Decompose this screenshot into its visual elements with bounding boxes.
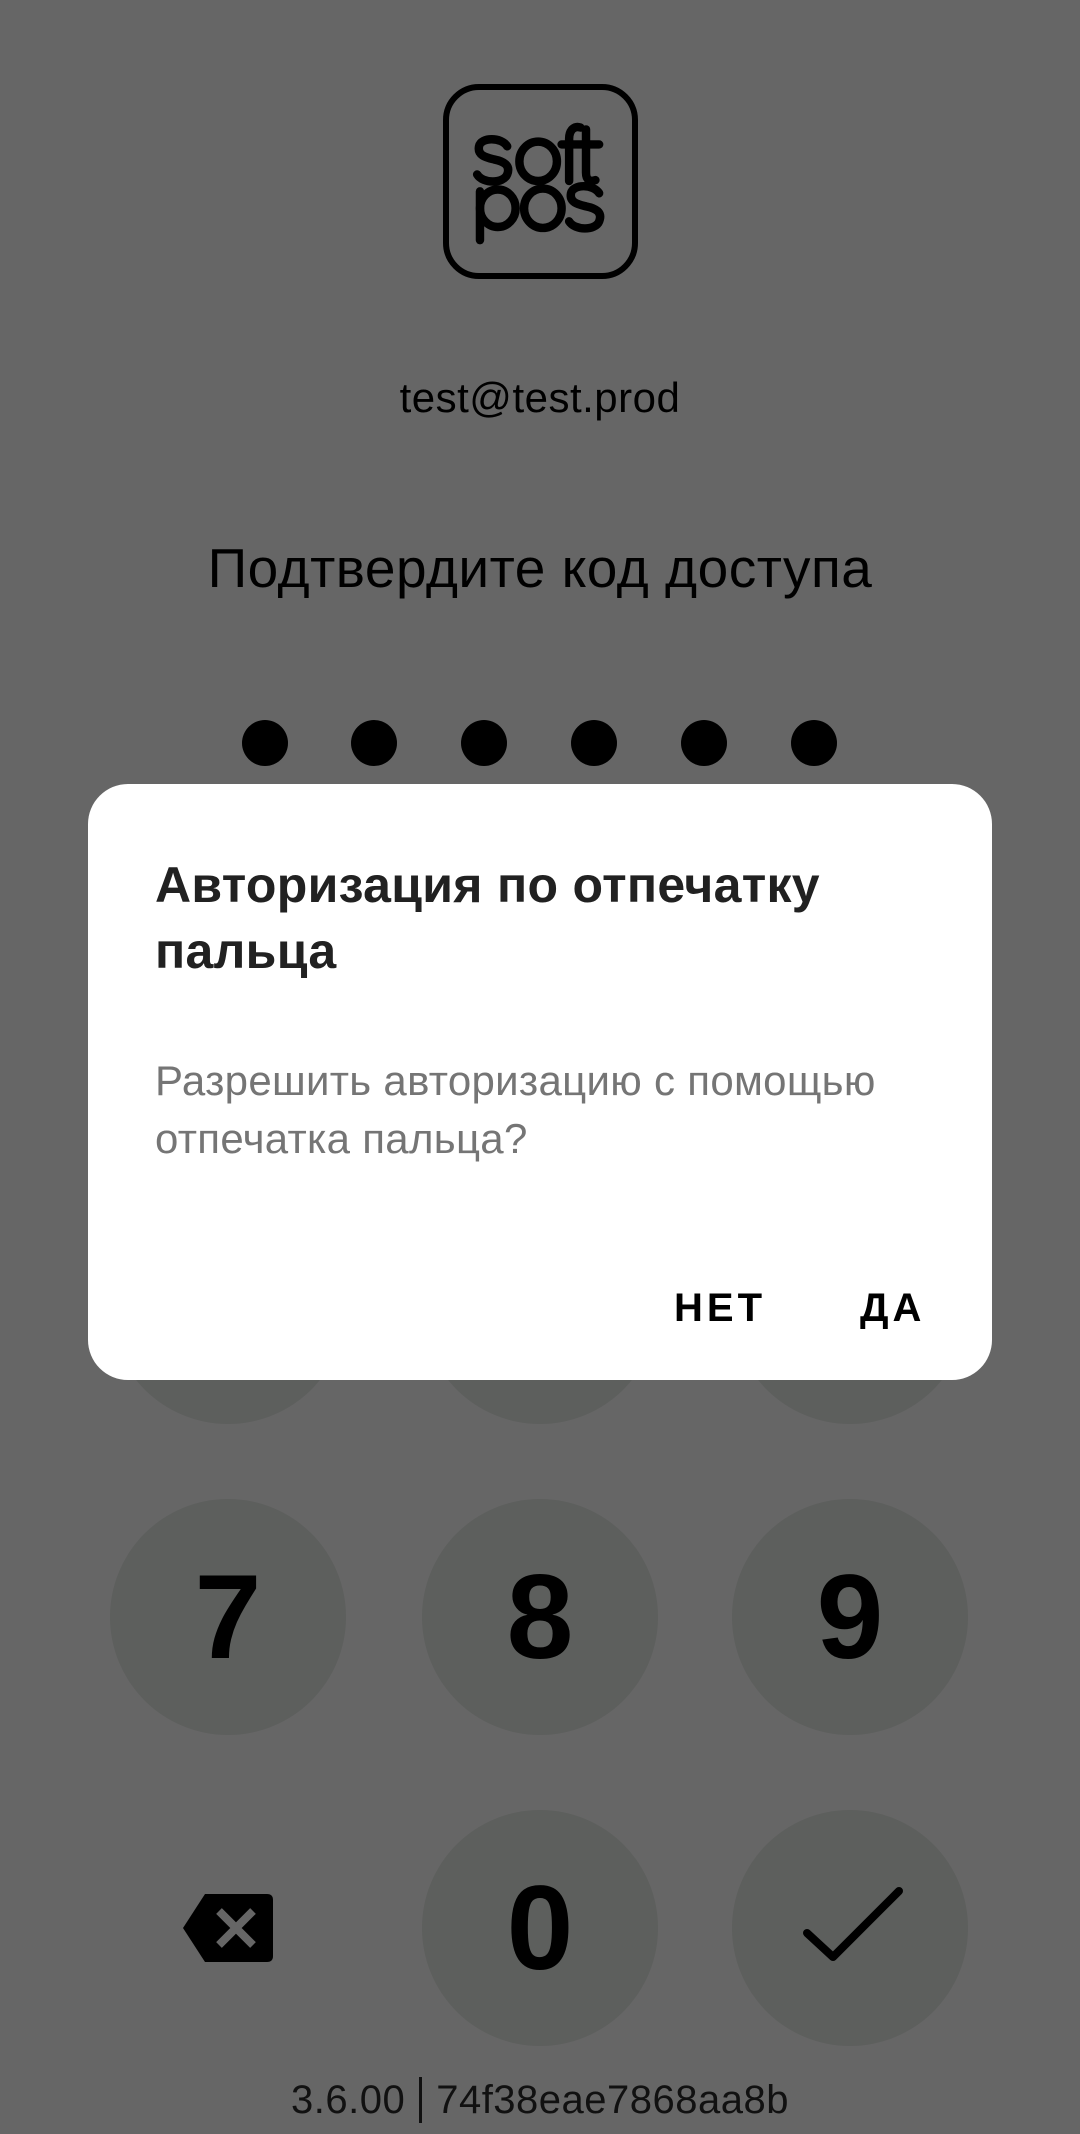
- account-email: test@test.prod: [399, 374, 681, 421]
- pin-screen: test@test.prod Подтвердите код доступа 4…: [0, 0, 1080, 2134]
- key-label: 0: [506, 1861, 574, 1995]
- key-label: 7: [194, 1550, 262, 1684]
- app-version-footer: 3.6.00 74f38eae7868aa8b: [0, 2077, 1080, 2123]
- version-separator: [419, 2077, 423, 2123]
- pin-dot-filled: [681, 720, 727, 766]
- yes-button[interactable]: ДА: [860, 1278, 925, 1338]
- pin-dot-filled: [791, 720, 837, 766]
- softpos-logo: [443, 84, 638, 279]
- key-label: 9: [816, 1550, 884, 1684]
- key-8[interactable]: 8: [422, 1499, 658, 1735]
- confirm-button[interactable]: [732, 1810, 968, 2046]
- pin-indicator: [0, 720, 1080, 766]
- dialog-title: Авторизация по отпечатку пальца: [155, 857, 820, 979]
- checkmark-icon: [803, 1887, 903, 1961]
- softpos-logo-icon: [472, 122, 605, 245]
- build-hash: 74f38eae7868aa8b: [436, 2077, 790, 2122]
- confirm-pin-prompt: Подтвердите код доступа: [207, 537, 873, 599]
- key-7[interactable]: 7: [110, 1499, 346, 1735]
- backspace-icon: [183, 1894, 273, 1962]
- dialog-message: Разрешить авторизацию с помощью отпечатк…: [155, 1057, 876, 1162]
- key-label: 8: [506, 1550, 574, 1684]
- backspace-button[interactable]: [110, 1810, 346, 2046]
- key-0[interactable]: 0: [422, 1810, 658, 2046]
- key-9[interactable]: 9: [732, 1499, 968, 1735]
- pin-dot-filled: [351, 720, 397, 766]
- fingerprint-auth-dialog: Авторизация по отпечатку пальца Разрешит…: [88, 784, 992, 1380]
- no-button[interactable]: НЕТ: [674, 1278, 766, 1338]
- pin-dot-filled: [242, 720, 288, 766]
- pin-dot-filled: [461, 720, 507, 766]
- pin-dot-filled: [571, 720, 617, 766]
- app-version: 3.6.00: [290, 2077, 406, 2122]
